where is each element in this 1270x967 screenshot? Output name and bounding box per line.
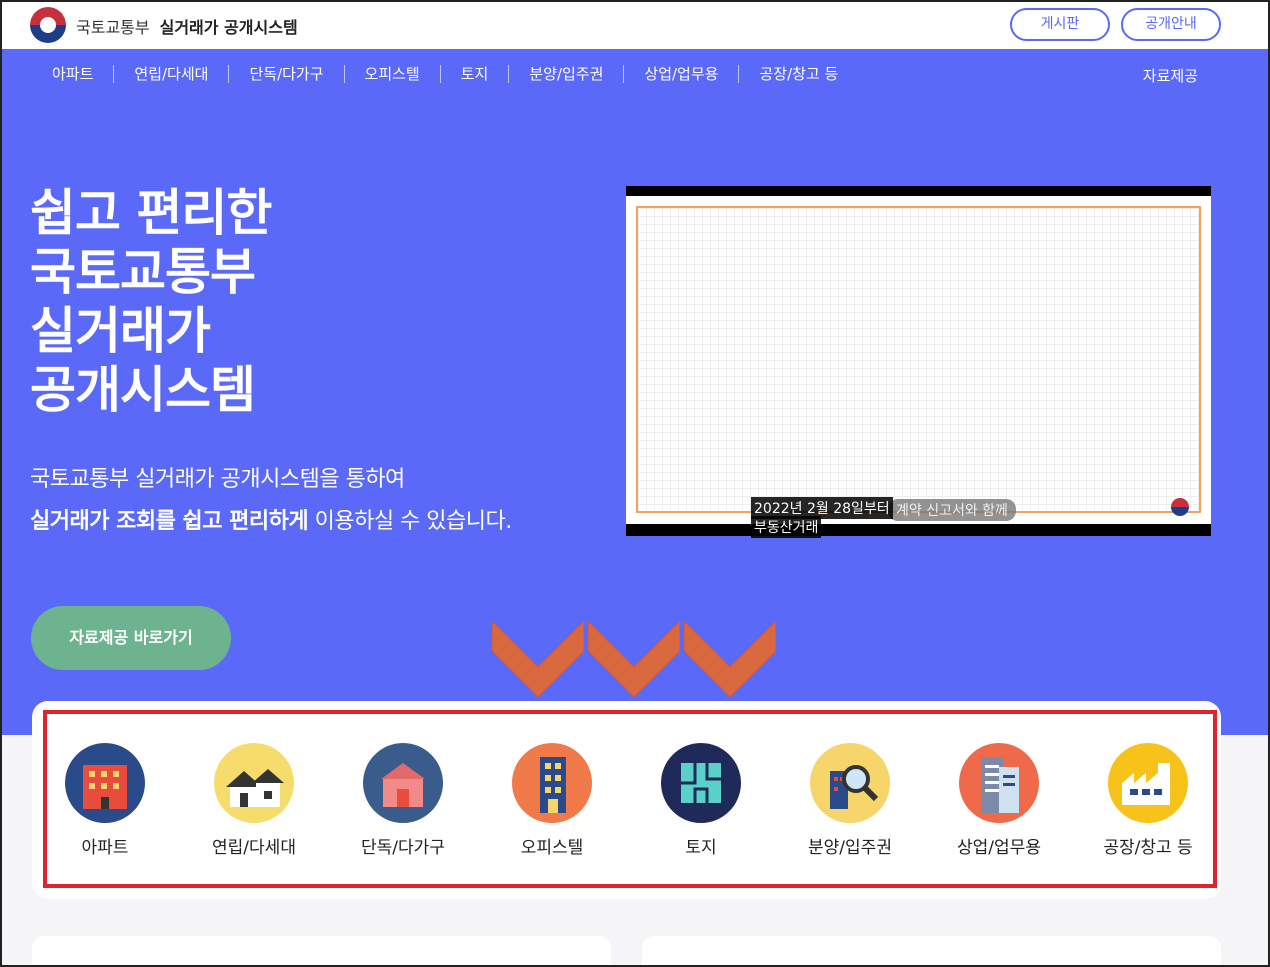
hero-title-line: 국토교통부 — [30, 243, 256, 301]
promo-video-player[interactable]: 계약 신고서와 함께 2022년 2월 28일부터 부동산거래 — [626, 186, 1211, 538]
chevron-down-icon — [684, 621, 776, 698]
content-card-left — [32, 936, 611, 965]
board-button[interactable]: 게시판 — [1010, 8, 1110, 41]
hero-subtitle-bold: 실거래가 조회를 쉽고 편리하게 — [30, 509, 309, 534]
hero-title-line: 실거래가 — [30, 302, 211, 360]
page-frame: 국토교통부 실거래가 공개시스템 게시판 공개안내 아파트 연립/다세대 단독/다가구… — [0, 0, 1270, 967]
nav-item[interactable]: 아파트 — [32, 65, 115, 83]
nav-item-data-provision[interactable]: 자료제공 — [1143, 65, 1198, 86]
org-name: 국토교통부 — [76, 18, 150, 37]
hero-title-line: 공개시스템 — [30, 361, 256, 419]
government-logo-icon[interactable] — [30, 7, 66, 43]
content-card-right — [642, 936, 1221, 965]
hero-subtitle-line2: 실거래가 조회를 쉽고 편리하게 이용하실 수 있습니다. — [30, 501, 512, 543]
nav-item[interactable]: 연립/다세대 — [114, 65, 230, 83]
video-caption-line2: 부동산거래 — [751, 516, 822, 538]
nav-item[interactable]: 공장/창고 등 — [739, 65, 858, 83]
nav-item[interactable]: 단독/다가구 — [229, 65, 345, 83]
video-frame-graphic — [636, 206, 1201, 513]
hero-subtitle-rest: 이용하실 수 있습니다. — [308, 509, 513, 534]
main-nav: 아파트 연립/다세대 단독/다가구 오피스텔 토지 분양/입주권 상업/업무용 공장/창고 등… — [2, 49, 1268, 101]
system-name: 실거래가 공개시스템 — [159, 18, 298, 37]
hero-title: 쉽고 편리한 국토교통부 실거래가 공개시스템 — [30, 184, 272, 420]
chevron-down-icon — [588, 621, 680, 698]
nav-item[interactable]: 오피스텔 — [345, 65, 441, 83]
top-header: 국토교통부 실거래가 공개시스템 게시판 공개안내 — [2, 2, 1268, 49]
nav-item[interactable]: 분양/입주권 — [509, 65, 625, 83]
hero-title-line: 쉽고 편리한 — [30, 184, 272, 242]
hero-subtitle: 국토교통부 실거래가 공개시스템을 통하여 실거래가 조회를 쉽고 편리하게 이… — [30, 459, 512, 543]
chevron-down-icon — [492, 621, 584, 698]
hero-section: 아파트 연립/다세대 단독/다가구 오피스텔 토지 분양/입주권 상업/업무용 공장/창고 등… — [2, 49, 1268, 735]
video-caption-bubble: 계약 신고서와 함께 — [888, 499, 1016, 521]
video-logo-icon — [1171, 498, 1189, 516]
highlight-box — [43, 710, 1217, 888]
nav-item[interactable]: 토지 — [441, 65, 510, 83]
data-provision-shortcut-button[interactable]: 자료제공 바로가기 — [31, 606, 231, 670]
video-screen: 계약 신고서와 함께 2022년 2월 28일부터 부동산거래 — [626, 196, 1211, 538]
disclosure-guide-button[interactable]: 공개안내 — [1121, 8, 1221, 41]
nav-list: 아파트 연립/다세대 단독/다가구 오피스텔 토지 분양/입주권 상업/업무용 공장/창고 등 — [32, 65, 858, 83]
site-brand[interactable]: 국토교통부 실거래가 공개시스템 — [76, 14, 298, 38]
nav-item[interactable]: 상업/업무용 — [624, 65, 740, 83]
hero-subtitle-line1: 국토교통부 실거래가 공개시스템을 통하여 — [30, 467, 405, 492]
